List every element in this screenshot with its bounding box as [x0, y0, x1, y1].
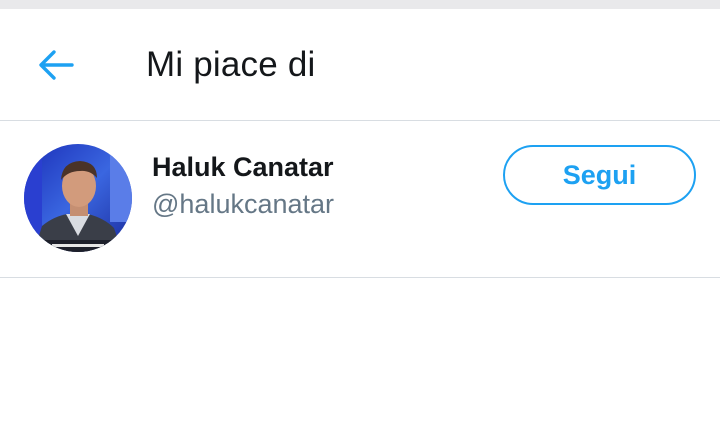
back-button[interactable] [24, 33, 88, 97]
follow-button[interactable]: Segui [503, 145, 696, 205]
page-title: Mi piace di [146, 45, 316, 84]
profile-photo [24, 144, 132, 252]
user-display-name[interactable]: Haluk Canatar [152, 152, 334, 183]
status-bar-strip [0, 0, 720, 9]
user-handle: @halukcanatar [152, 189, 335, 219]
user-list-item[interactable]: Haluk Canatar @halukcanatar Segui [0, 121, 720, 278]
arrow-left-icon [39, 50, 74, 80]
avatar[interactable] [24, 144, 132, 252]
page-header: Mi piace di [0, 9, 720, 121]
